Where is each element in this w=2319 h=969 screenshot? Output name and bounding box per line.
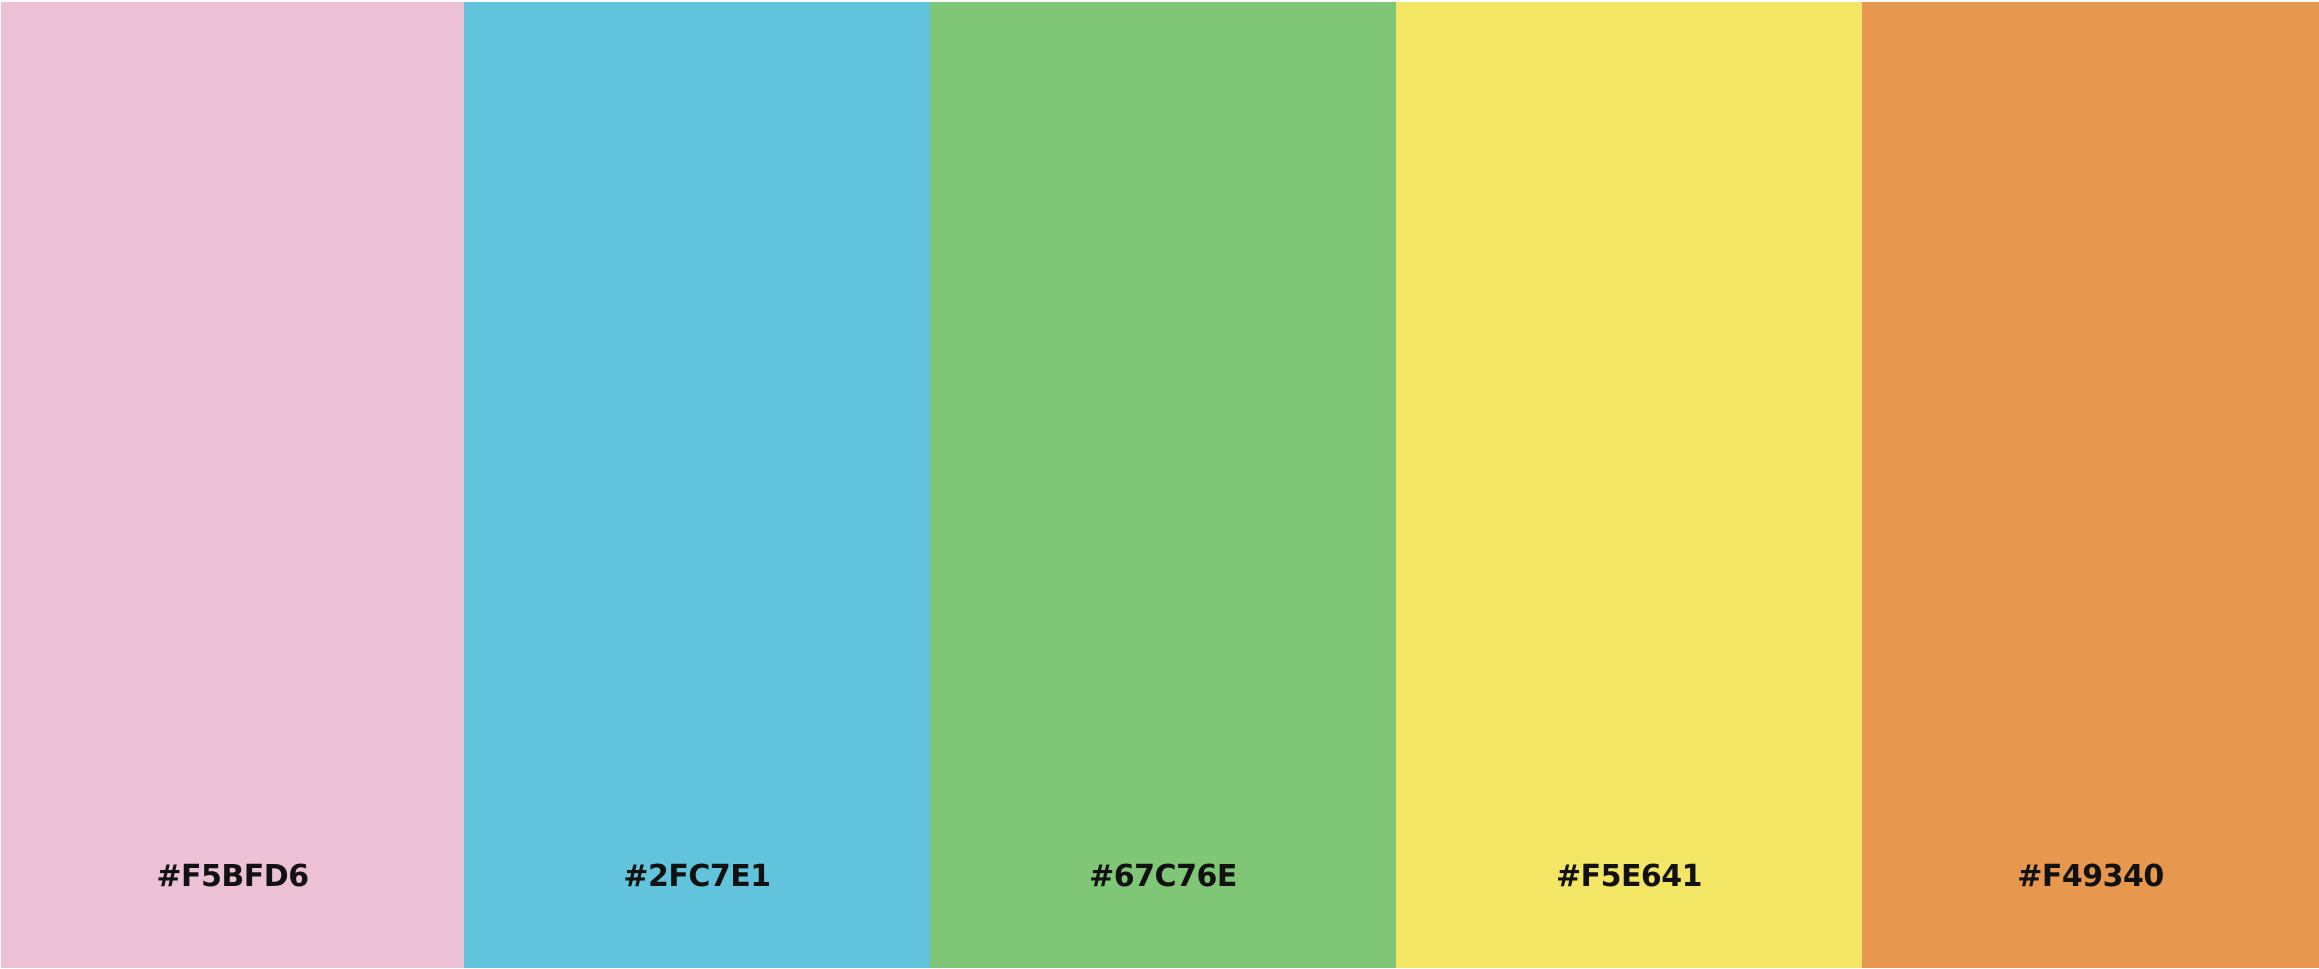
- color-swatch-2[interactable]: #2FC7E1: [464, 2, 930, 968]
- swatch-hex-label: #2FC7E1: [623, 859, 771, 894]
- swatch-hex-label: #F49340: [2017, 859, 2164, 894]
- color-swatch-5[interactable]: #F49340: [1862, 2, 2319, 968]
- swatch-hex-label: #F5E641: [1555, 859, 1703, 894]
- color-swatch-1[interactable]: #F5BFD6: [1, 2, 464, 968]
- swatch-hex-label: #67C76E: [1089, 859, 1237, 894]
- color-swatch-4[interactable]: #F5E641: [1396, 2, 1862, 968]
- color-swatch-3[interactable]: #67C76E: [930, 2, 1396, 968]
- color-palette: #F5BFD6 #2FC7E1 #67C76E #F5E641 #F49340: [1, 2, 2319, 968]
- swatch-hex-label: #F5BFD6: [156, 859, 309, 894]
